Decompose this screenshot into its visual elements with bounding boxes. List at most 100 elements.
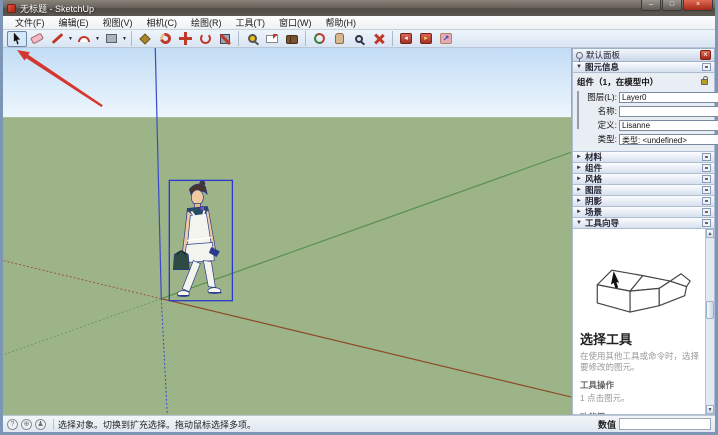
tape-measure-button[interactable]	[242, 31, 262, 47]
credits-icon[interactable]: ♟	[35, 419, 46, 430]
arc-tool-button[interactable]	[74, 31, 94, 47]
scroll-down-icon[interactable]: ▼	[706, 405, 714, 414]
close-button[interactable]: ×	[683, 0, 713, 11]
rotate-tool-button[interactable]	[195, 31, 215, 47]
layer-label: 图层(L):	[583, 91, 617, 103]
instructor-description: 在使用其他工具或命令时，选择要修改的图元。	[580, 351, 701, 372]
menu-item-draw[interactable]: 绘图(R)	[184, 15, 229, 30]
arc-icon	[78, 36, 90, 42]
status-hint: 选择对象。切换到扩充选择。拖动鼠标选择多项。	[58, 418, 598, 431]
component-thumbnail	[577, 91, 579, 129]
viewport-canvas	[3, 48, 571, 415]
viewport-3d[interactable]	[3, 48, 572, 415]
title-bar[interactable]: 无标题 - SketchUp – □ ×	[3, 0, 715, 16]
status-bar: ? ⊕ ♟ 选择对象。切换到扩充选择。拖动鼠标选择多项。 数值	[3, 415, 715, 432]
rectangle-icon	[106, 34, 117, 43]
window-title: 无标题 - SketchUp	[20, 2, 94, 15]
eraser-tool-button[interactable]	[27, 31, 47, 47]
operation-step: 1 点击图元。	[580, 393, 701, 404]
select-tool-button[interactable]	[7, 31, 27, 47]
scrollbar-thumb[interactable]	[706, 301, 714, 319]
definition-field[interactable]	[619, 120, 718, 131]
zoom-extents-icon	[373, 33, 385, 45]
menu-bar: 文件(F) 编辑(E) 视图(V) 相机(C) 绘图(R) 工具(T) 窗口(W…	[3, 16, 715, 30]
pan-icon	[335, 33, 344, 44]
move-tool-button[interactable]	[175, 31, 195, 47]
layer-select[interactable]: Layer0 ▼	[619, 92, 718, 103]
toolbar: ▼ ▼ ▼ ◂ ▸ ↗	[3, 30, 715, 48]
section-instructor[interactable]: ▼ 工具向导	[572, 218, 715, 229]
menu-item-window[interactable]: 窗口(W)	[272, 15, 319, 30]
panel-title: 默认面板	[586, 49, 700, 61]
geolocation-icon[interactable]: ⊕	[21, 419, 32, 430]
line-icon	[51, 33, 63, 44]
scroll-up-icon[interactable]: ▲	[706, 229, 714, 238]
minimize-icon[interactable]	[702, 197, 711, 205]
window-controls: – □ ×	[640, 0, 713, 11]
panel-header[interactable]: 默认面板 ×	[572, 48, 715, 62]
toolbar-separator	[392, 31, 393, 46]
menu-item-file[interactable]: 文件(F)	[8, 15, 52, 30]
modifier-heading: 功能键	[580, 411, 701, 415]
instructor-scrollbar[interactable]: ▲ ▼	[705, 229, 714, 414]
chevron-right-icon: ►	[576, 154, 585, 160]
line-tool-button[interactable]	[47, 31, 67, 47]
line-dropdown-icon[interactable]: ▼	[67, 36, 74, 42]
zoom-extents-button[interactable]	[369, 31, 389, 47]
zoom-icon	[355, 35, 363, 43]
make-component-button[interactable]	[135, 31, 155, 47]
dimension-icon	[266, 35, 278, 43]
minimize-icon[interactable]	[702, 164, 711, 172]
entity-info-header: 组件（1，在模型中）	[577, 76, 701, 88]
minimize-icon[interactable]	[702, 175, 711, 183]
pan-tool-button[interactable]	[329, 31, 349, 47]
views-icon: ↗	[440, 33, 452, 44]
chevron-right-icon: ►	[576, 165, 585, 171]
name-field[interactable]	[619, 106, 718, 117]
minimize-icon[interactable]	[702, 208, 711, 216]
lock-icon[interactable]	[701, 79, 708, 85]
select-icon	[13, 33, 22, 45]
minimize-icon[interactable]	[702, 153, 711, 161]
scale-tool-button[interactable]	[215, 31, 235, 47]
minimize-icon[interactable]	[702, 219, 711, 227]
menu-item-camera[interactable]: 相机(C)	[140, 15, 185, 30]
look-around-button[interactable]	[282, 31, 302, 47]
make-component-icon	[139, 33, 150, 44]
pin-icon	[576, 52, 583, 59]
toolbar-separator	[131, 31, 132, 46]
previous-view-icon: ◂	[400, 33, 412, 44]
menu-item-help[interactable]: 帮助(H)	[319, 15, 364, 30]
maximize-button[interactable]: □	[662, 0, 682, 11]
ground-plane	[3, 117, 571, 415]
statusbar-divider	[53, 419, 54, 430]
chevron-down-icon: ▼	[576, 64, 585, 70]
orbit-tool-button[interactable]	[309, 31, 329, 47]
rectangle-dropdown-icon[interactable]: ▼	[121, 36, 128, 42]
toolbar-separator	[238, 31, 239, 46]
previous-view-button[interactable]: ◂	[396, 31, 416, 47]
chevron-right-icon: ►	[576, 209, 585, 215]
type-label: 类型:	[583, 133, 617, 145]
rectangle-tool-button[interactable]	[101, 31, 121, 47]
follow-me-button[interactable]	[155, 31, 175, 47]
type-select[interactable]: 类型: <undefined> ▼	[619, 134, 718, 145]
panel-close-icon[interactable]: ×	[700, 50, 711, 60]
minimize-icon[interactable]	[702, 186, 711, 194]
measurements-label: 数值	[598, 418, 616, 431]
measurements-input[interactable]	[619, 418, 711, 430]
definition-label: 定义:	[583, 119, 617, 131]
menu-item-tools[interactable]: 工具(T)	[229, 15, 273, 30]
menu-item-view[interactable]: 视图(V)	[96, 15, 140, 30]
views-button[interactable]: ↗	[436, 31, 456, 47]
section-entity-info[interactable]: ▼ 图元信息	[572, 62, 715, 73]
next-view-button[interactable]: ▸	[416, 31, 436, 47]
help-icon[interactable]: ?	[7, 419, 18, 430]
minimize-button[interactable]: –	[641, 0, 661, 11]
menu-item-edit[interactable]: 编辑(E)	[52, 15, 96, 30]
dimension-button[interactable]	[262, 31, 282, 47]
arc-dropdown-icon[interactable]: ▼	[94, 36, 101, 42]
zoom-tool-button[interactable]	[349, 31, 369, 47]
chevron-down-icon: ▼	[576, 220, 585, 226]
minimize-icon[interactable]	[702, 63, 711, 71]
